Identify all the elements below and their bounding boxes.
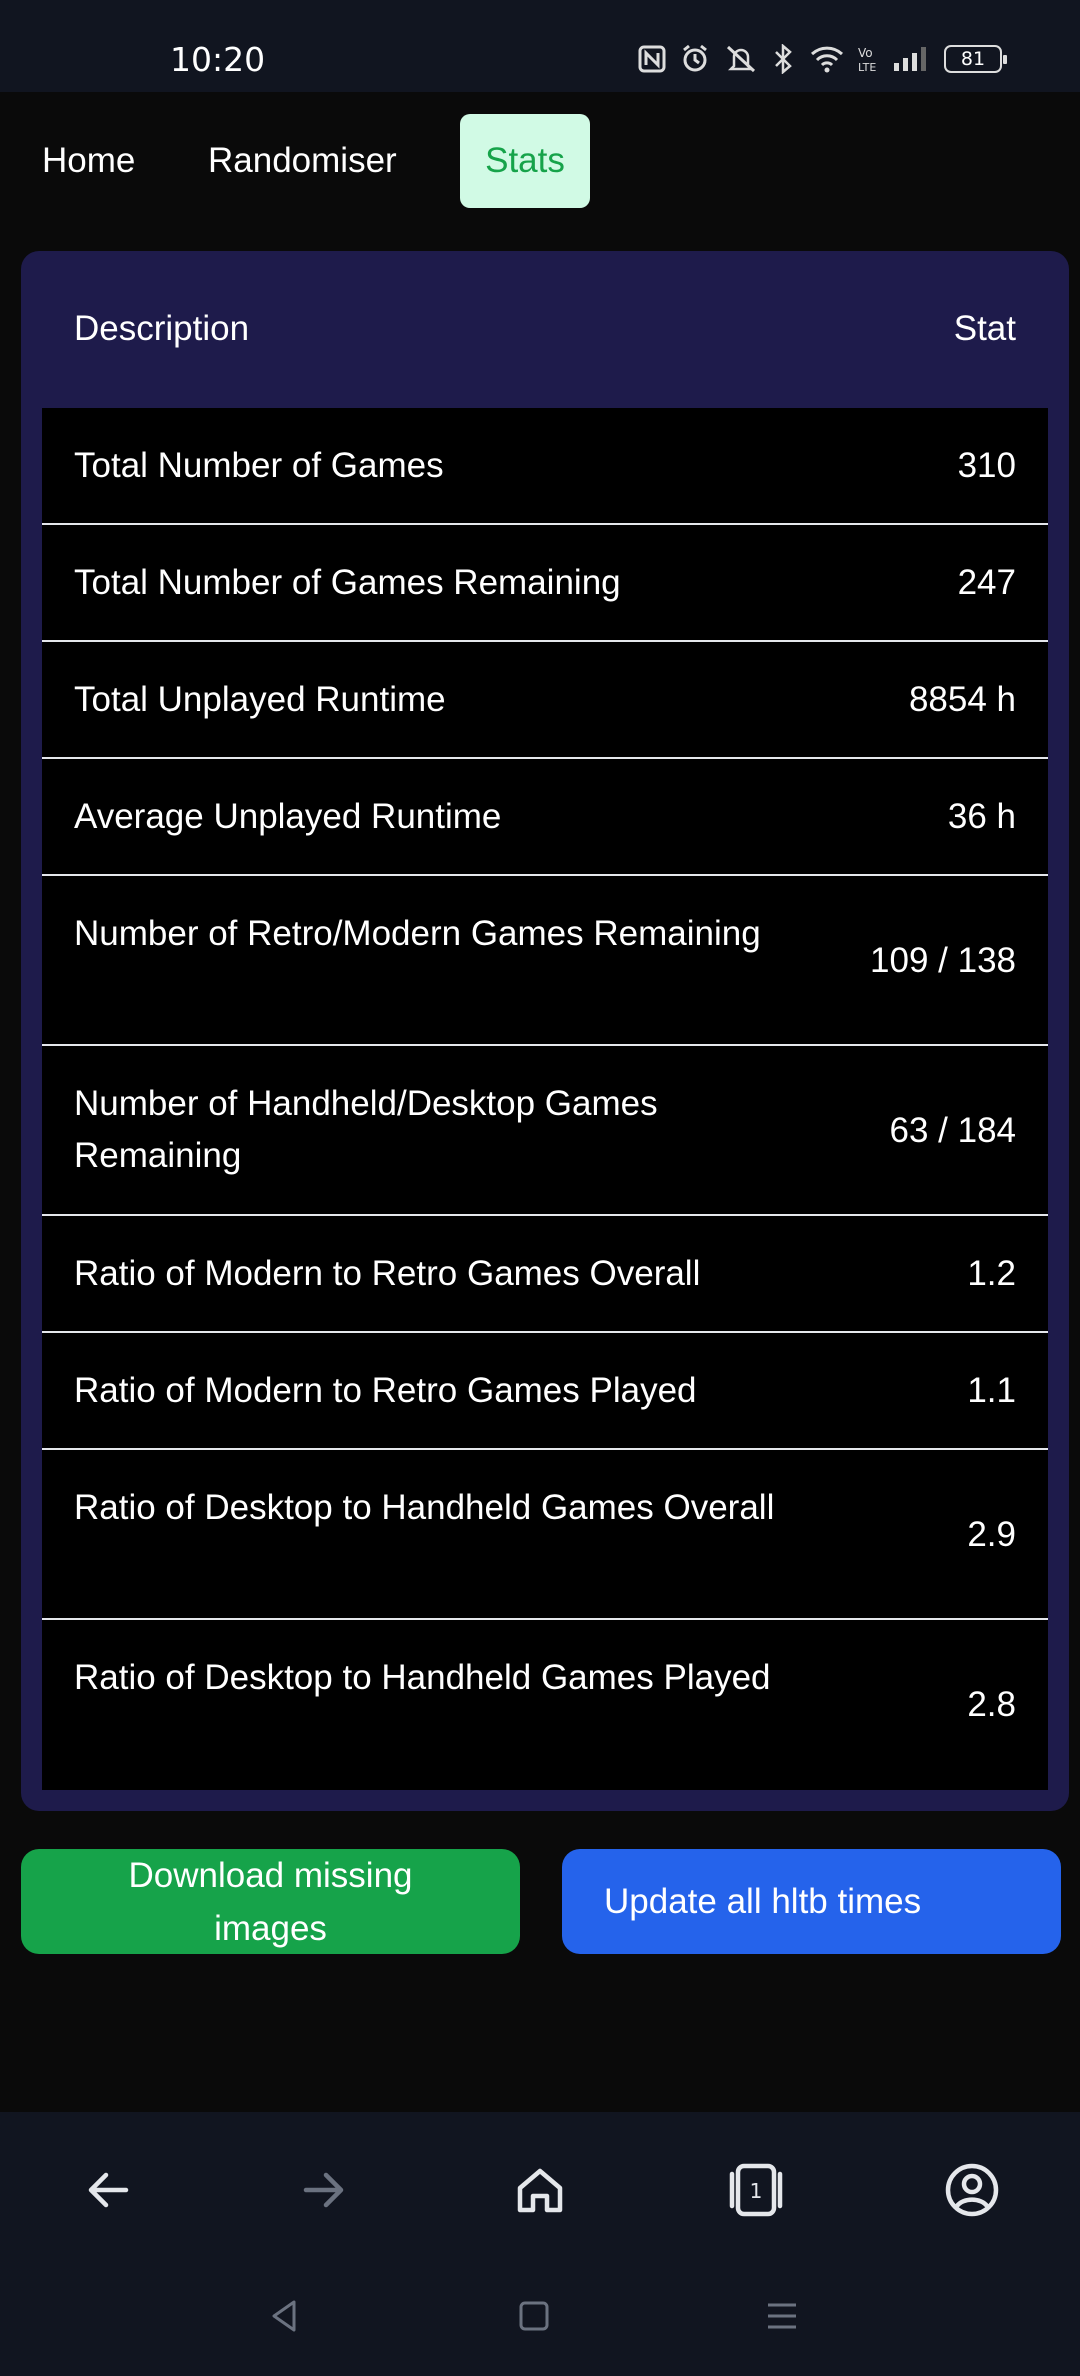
row-stat: 2.9: [967, 1515, 1016, 1554]
status-icons: Vo LTE 81: [638, 44, 1007, 74]
volte-icon: Vo LTE: [858, 44, 880, 74]
row-description: Ratio of Desktop to Handheld Games Overa…: [74, 1488, 775, 1527]
row-stat: 36 h: [947, 797, 1016, 836]
header-description: Description: [74, 309, 250, 348]
status-time: 10:20: [170, 40, 266, 79]
download-missing-images-button[interactable]: Download missing images: [21, 1849, 520, 1954]
row-description: Number of Handheld/Desktop Games Remaini…: [74, 1084, 658, 1175]
top-nav: Home Randomiser Stats: [0, 92, 1080, 252]
alarm-icon: [680, 44, 710, 74]
nfc-icon: [638, 45, 666, 73]
tabs-icon[interactable]: 1: [724, 2162, 783, 2218]
table-row: Number of Retro/Modern Games Remaining 1…: [42, 876, 1048, 1046]
system-home-icon[interactable]: [514, 2296, 554, 2336]
row-stat: 8854 h: [908, 680, 1016, 719]
table-row: Ratio of Modern to Retro Games Played 1.…: [42, 1333, 1048, 1450]
row-stat: 63 / 184: [889, 1111, 1017, 1150]
table-row: Total Unplayed Runtime 8854 h: [42, 642, 1048, 759]
table-row: Average Unplayed Runtime 36 h: [42, 759, 1048, 876]
system-menu-icon[interactable]: [762, 2296, 802, 2336]
svg-text:Vo: Vo: [858, 46, 873, 60]
wifi-icon: [810, 45, 844, 73]
system-back-icon[interactable]: [264, 2296, 304, 2336]
row-description: Ratio of Modern to Retro Games Overall: [74, 1254, 701, 1293]
row-description: Ratio of Modern to Retro Games Played: [74, 1371, 697, 1410]
back-arrow-icon[interactable]: [80, 2162, 136, 2218]
table-row: Ratio of Desktop to Handheld Games Overa…: [42, 1450, 1048, 1620]
tab-home[interactable]: Home: [22, 114, 155, 208]
row-stat: 1.2: [967, 1254, 1016, 1293]
row-description: Total Number of Games: [74, 446, 444, 485]
battery-icon: 81: [944, 45, 1007, 73]
row-stat: 310: [957, 446, 1016, 485]
header-stat: Stat: [953, 309, 1016, 348]
signal-icon: [894, 45, 930, 73]
stats-table: Description Stat Total Number of Games 3…: [21, 251, 1069, 1811]
home-icon[interactable]: [512, 2162, 568, 2218]
row-stat: 109 / 138: [870, 941, 1016, 980]
account-icon[interactable]: [944, 2162, 1000, 2218]
row-description: Number of Retro/Modern Games Remaining: [74, 914, 761, 953]
table-row: Number of Handheld/Desktop Games Remaini…: [42, 1046, 1048, 1216]
svg-text:LTE: LTE: [858, 61, 876, 74]
row-stat: 1.1: [967, 1371, 1016, 1410]
forward-arrow-icon[interactable]: [296, 2162, 352, 2218]
table-row: Ratio of Modern to Retro Games Overall 1…: [42, 1216, 1048, 1333]
tab-randomiser[interactable]: Randomiser: [188, 114, 417, 208]
row-description: Total Unplayed Runtime: [74, 680, 446, 719]
table-row: Ratio of Desktop to Handheld Games Playe…: [42, 1620, 1048, 1790]
bluetooth-icon: [772, 44, 796, 74]
table-row: Total Number of Games Remaining 247: [42, 525, 1048, 642]
row-stat: 247: [957, 563, 1016, 602]
status-bar: 10:20 Vo LTE 81: [0, 0, 1080, 92]
tab-count: 1: [750, 2179, 763, 2203]
browser-toolbar: 1: [0, 2112, 1080, 2262]
table-row: Total Number of Games 310: [42, 408, 1048, 525]
row-description: Average Unplayed Runtime: [74, 797, 502, 836]
update-hltb-times-button[interactable]: Update all hltb times: [562, 1849, 1061, 1954]
row-description: Ratio of Desktop to Handheld Games Playe…: [74, 1658, 771, 1697]
table-header: Description Stat: [21, 251, 1069, 408]
row-stat: 2.8: [967, 1685, 1016, 1724]
mute-icon: [724, 44, 758, 74]
table-body: Total Number of Games 310 Total Number o…: [42, 408, 1048, 1790]
system-nav-bar: [0, 2262, 1080, 2376]
row-description: Total Number of Games Remaining: [74, 563, 621, 602]
tab-stats[interactable]: Stats: [460, 114, 590, 208]
